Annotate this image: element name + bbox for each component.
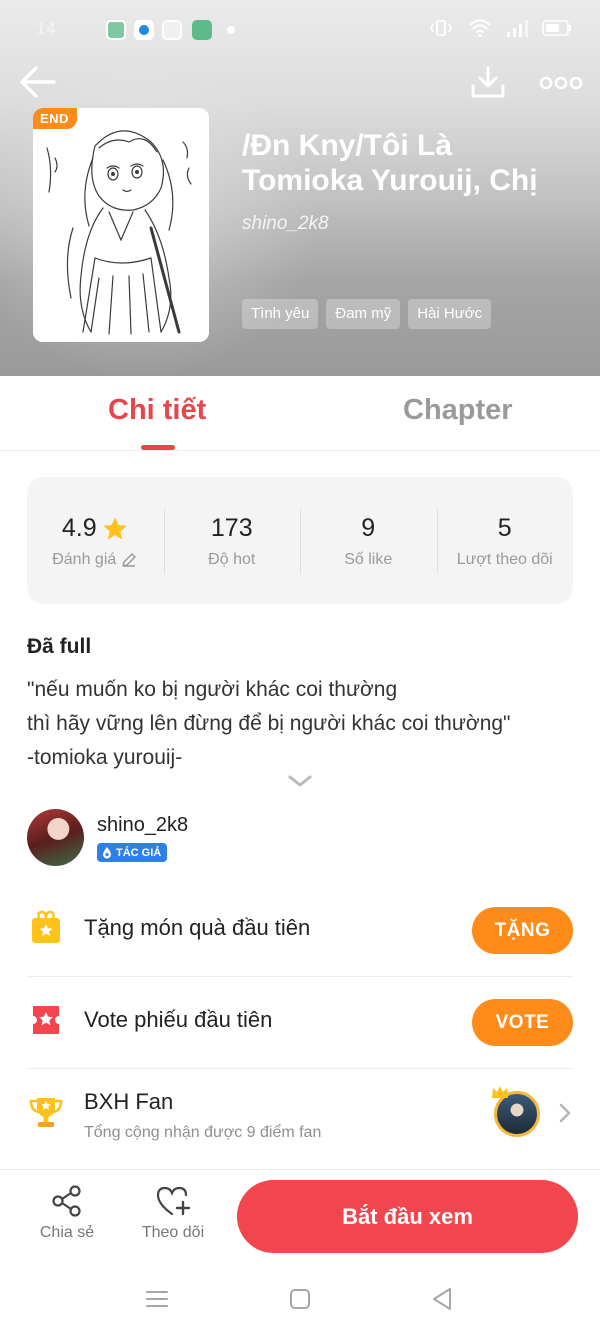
fan-ranking-label: BXH Fan: [84, 1089, 174, 1114]
vote-row: Vote phiếu đầu tiên VOTE: [27, 977, 573, 1069]
status-bar: 14: [0, 0, 600, 60]
genre-tags: Tình yêu Đam mỹ Hài Hước: [242, 299, 492, 329]
active-tab-indicator: [141, 445, 175, 450]
gift-label: Tặng món quà đầu tiên: [84, 915, 311, 940]
author-name[interactable]: shino_2k8: [97, 814, 188, 837]
more-options-icon[interactable]: [538, 68, 584, 98]
book-header: 14 END /Đn Kny/Tôi Là Tomioka Yurouij, C…: [0, 0, 600, 376]
stat-followers: 5 Lượt theo dõi: [436, 507, 574, 574]
bottom-action-bar: Chia sẻ Theo dõi Bắt đầu xem: [0, 1169, 600, 1265]
book-description[interactable]: "nếu muốn ko bị người khác coi thường th…: [27, 673, 573, 775]
trophy-icon: [29, 1098, 63, 1127]
followers-label: Lượt theo dõi: [456, 550, 553, 568]
completion-status: Đã full: [27, 635, 92, 658]
recent-apps-icon[interactable]: [143, 1285, 171, 1313]
wifi-icon: [469, 19, 491, 38]
messenger-icon: [134, 20, 154, 40]
likes-value: 9: [361, 514, 376, 542]
vibrate-icon: [430, 20, 452, 36]
rating-label: Đánh giá: [52, 550, 117, 568]
notification-app-icon: [192, 20, 212, 40]
fan-points-text: Tổng cộng nhận được 9 điểm fan: [84, 1124, 322, 1141]
back-arrow-icon[interactable]: [18, 62, 58, 102]
share-label: Chia sẻ: [39, 1224, 95, 1241]
notification-app-icon: [106, 20, 126, 40]
book-author[interactable]: shino_2k8: [242, 213, 329, 235]
tab-details[interactable]: Chi tiết: [108, 394, 206, 427]
more-notifications-dot-icon: [227, 26, 235, 34]
vote-label: Vote phiếu đầu tiên: [84, 1007, 273, 1032]
description-line: -tomioka yurouij-: [27, 746, 183, 769]
hot-value: 173: [210, 514, 253, 542]
download-icon[interactable]: [468, 62, 508, 102]
stats-card: 4.9 Đánh giá 173 Độ hot 9 Số like 5 Lượt…: [27, 477, 573, 604]
tab-chapter[interactable]: Chapter: [403, 394, 513, 427]
author-role-badge: TÁC GIẢ: [97, 843, 168, 862]
hot-label: Độ hot: [208, 550, 256, 568]
tab-bar: Chi tiết Chapter: [0, 376, 600, 451]
share-button[interactable]: Chia sẻ: [27, 1184, 107, 1242]
vote-ticket-icon: [33, 1006, 59, 1034]
expand-chevron-icon[interactable]: [286, 772, 314, 790]
start-reading-button[interactable]: Bắt đầu xem: [237, 1180, 578, 1253]
fan-ranking-row[interactable]: BXH Fan Tổng cộng nhận được 9 điểm fan: [27, 1069, 573, 1169]
gift-row: Tặng món quà đầu tiên TẶNG: [27, 885, 573, 977]
gift-icon: [32, 910, 60, 943]
followers-value: 5: [497, 514, 512, 542]
genre-tag[interactable]: Tình yêu: [242, 299, 319, 329]
completed-badge: END: [33, 108, 77, 129]
share-icon: [52, 1185, 81, 1217]
follow-label: Theo dõi: [141, 1224, 205, 1241]
verified-drop-icon: [103, 847, 111, 859]
system-navigation-bar: [0, 1265, 600, 1333]
signal-icon: [507, 20, 528, 37]
battery-icon: [542, 20, 571, 36]
genre-tag[interactable]: Đam mỹ: [326, 299, 401, 329]
edit-pencil-icon[interactable]: [120, 551, 138, 569]
rating-value: 4.9: [61, 514, 97, 542]
heart-plus-icon: [156, 1186, 191, 1216]
follow-button[interactable]: Theo dõi: [133, 1184, 213, 1242]
notification-app-icon: [162, 20, 182, 40]
cover-illustration: [33, 108, 209, 342]
description-line: thì hãy vững lên đừng để bị người khác c…: [27, 712, 511, 735]
gift-button[interactable]: TẶNG: [472, 907, 573, 954]
genre-tag[interactable]: Hài Hước: [408, 299, 492, 329]
vote-button[interactable]: VOTE: [472, 999, 573, 1046]
crown-icon: [492, 1086, 508, 1098]
stat-rating[interactable]: 4.9 Đánh giá: [27, 511, 164, 571]
star-icon: [102, 516, 127, 539]
status-indicators: [428, 18, 572, 38]
status-time: 14: [36, 19, 57, 38]
chevron-right-icon: [559, 1103, 571, 1123]
author-profile[interactable]: shino_2k8 TÁC GIẢ: [27, 808, 573, 868]
author-avatar[interactable]: [27, 809, 84, 866]
book-cover[interactable]: END: [33, 108, 209, 342]
book-title: /Đn Kny/Tôi Là Tomioka Yurouij, Chị: [242, 129, 538, 197]
stat-likes: 9 Số like: [300, 507, 437, 574]
stat-hot: 173 Độ hot: [163, 507, 301, 574]
description-line: "nếu muốn ko bị người khác coi thường: [27, 678, 398, 701]
home-icon[interactable]: [286, 1285, 314, 1313]
nav-back-icon[interactable]: [428, 1285, 456, 1313]
likes-label: Số like: [344, 550, 393, 568]
